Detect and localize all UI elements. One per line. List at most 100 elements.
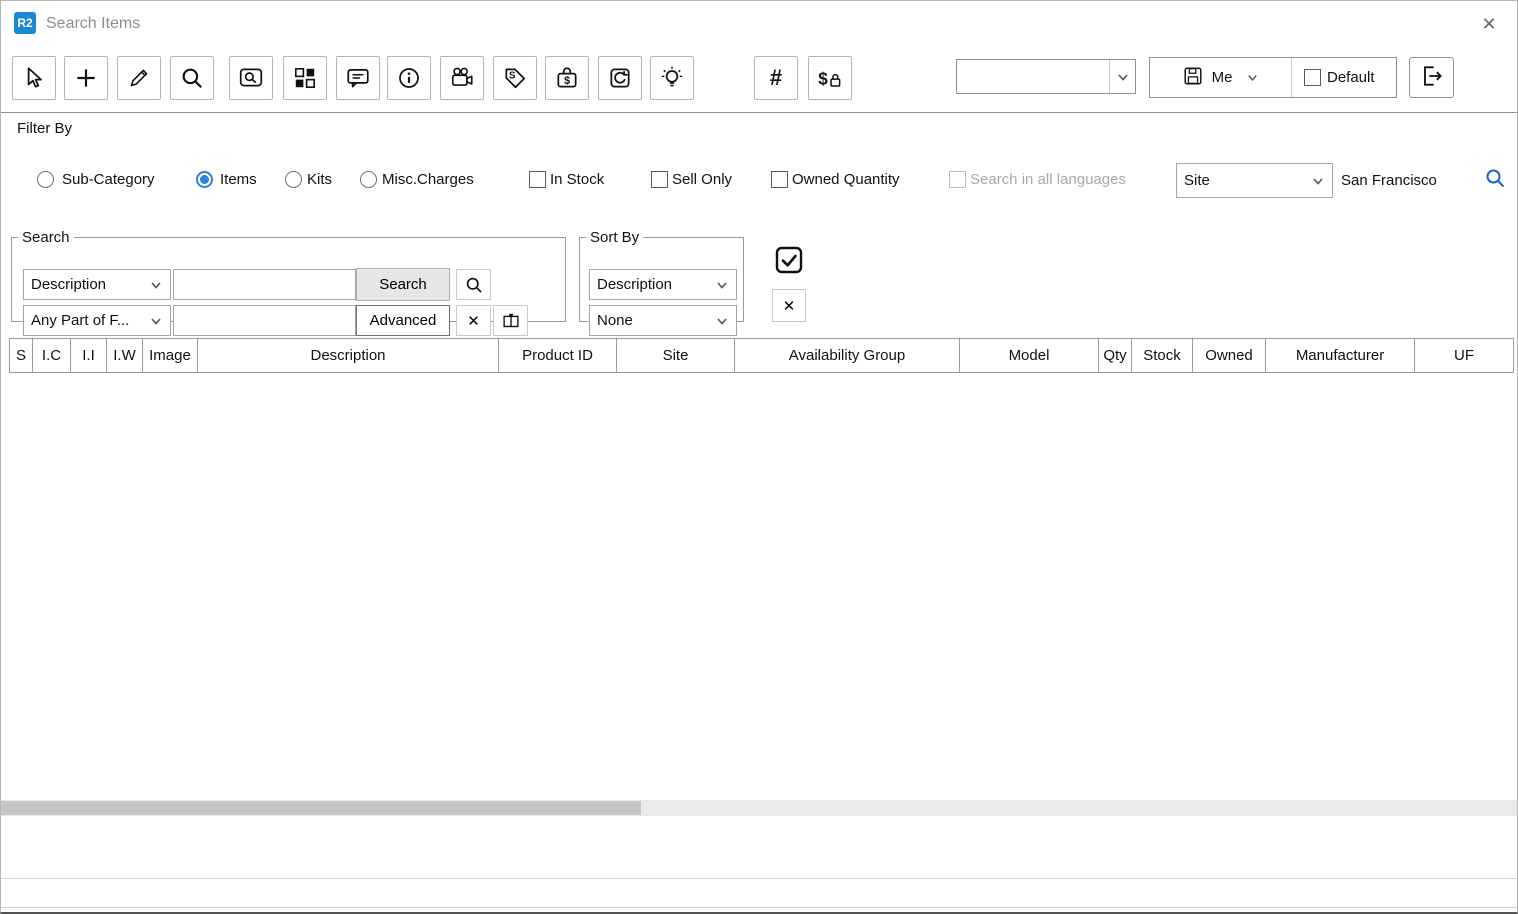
columns-button[interactable]: [493, 305, 528, 336]
window-title: Search Items: [46, 15, 140, 33]
exit-button[interactable]: [1409, 57, 1454, 98]
refresh-clock-icon: [607, 65, 633, 91]
chevron-down-icon: [149, 278, 163, 292]
pointer-select-button[interactable]: [12, 56, 56, 100]
column-header-s[interactable]: S: [9, 338, 33, 373]
search-all-languages-label: Search in all languages: [970, 171, 1126, 188]
owned-quantity-checkbox[interactable]: [771, 171, 788, 188]
radio-kits[interactable]: [285, 171, 302, 188]
search-group-label: Search: [18, 229, 74, 246]
titlebar: R2 Search Items ✕: [1, 1, 1517, 47]
chevron-down-icon[interactable]: [1109, 60, 1135, 93]
scrollbar-thumb[interactable]: [1, 801, 641, 815]
add-item-button[interactable]: [64, 56, 108, 100]
column-header-product-id[interactable]: Product ID: [498, 338, 617, 373]
radio-misc-charges-label[interactable]: Misc.Charges: [382, 171, 474, 188]
save-me-button[interactable]: Me: [1150, 58, 1292, 97]
svg-text:$: $: [564, 75, 570, 87]
advanced-search-input[interactable]: [173, 305, 356, 336]
radio-misc-charges[interactable]: [360, 171, 377, 188]
search-field-dropdown[interactable]: Description: [23, 269, 171, 300]
search-icon: [1484, 179, 1508, 194]
item-info-button[interactable]: [387, 56, 431, 100]
sort-secondary-dropdown[interactable]: None: [589, 305, 737, 336]
item-tag-button[interactable]: S: [493, 56, 537, 100]
profile-combo[interactable]: [956, 59, 1136, 94]
sort-primary-dropdown[interactable]: Description: [589, 269, 737, 300]
column-header-stock[interactable]: Stock: [1131, 338, 1193, 373]
radio-sub-category-label[interactable]: Sub-Category: [62, 171, 155, 188]
column-header-image[interactable]: Image: [142, 338, 198, 373]
price-lock-button[interactable]: $: [808, 56, 852, 100]
chevron-down-icon: [715, 314, 729, 328]
search-field-value: Description: [31, 276, 106, 293]
checked-box-icon: [773, 244, 805, 279]
chevron-down-icon: [149, 314, 163, 328]
column-header-uf[interactable]: UF: [1414, 338, 1514, 373]
dollar-lock-icon: $: [815, 65, 845, 91]
search-window-icon: [238, 65, 264, 91]
clear-search-button[interactable]: ✕: [456, 305, 491, 336]
site-value: San Francisco: [1341, 172, 1437, 189]
exit-icon: [1419, 63, 1445, 93]
search-magnifier-button[interactable]: [456, 269, 491, 300]
briefcase-dollar-icon: $: [554, 65, 580, 91]
column-header-ii[interactable]: I.I: [70, 338, 107, 373]
svg-text:$: $: [818, 68, 828, 88]
plus-icon: [73, 65, 99, 91]
profile-save-group: Me Default: [1149, 57, 1397, 98]
column-header-owned[interactable]: Owned: [1192, 338, 1266, 373]
site-dropdown[interactable]: Site: [1176, 163, 1333, 198]
column-header-manufacturer[interactable]: Manufacturer: [1265, 338, 1415, 373]
clear-sort-button[interactable]: ✕: [772, 289, 806, 322]
horizontal-scrollbar[interactable]: [1, 800, 1518, 816]
floppy-icon: [1182, 65, 1204, 91]
column-header-site[interactable]: Site: [616, 338, 735, 373]
sell-only-label[interactable]: Sell Only: [672, 171, 732, 188]
in-stock-checkbox[interactable]: [529, 171, 546, 188]
find-button[interactable]: [170, 56, 214, 100]
column-header-model[interactable]: Model: [959, 338, 1099, 373]
search-items-button[interactable]: [229, 56, 273, 100]
search-match-dropdown[interactable]: Any Part of F...: [23, 305, 171, 336]
hash-icon: #: [770, 65, 782, 91]
layout-view-button[interactable]: [283, 56, 327, 100]
site-dropdown-value: Site: [1184, 172, 1210, 189]
item-numbers-button[interactable]: #: [754, 56, 798, 100]
column-header-ic[interactable]: I.C: [32, 338, 71, 373]
item-media-button[interactable]: [440, 56, 484, 100]
radio-sub-category[interactable]: [37, 171, 54, 188]
column-header-availability-group[interactable]: Availability Group: [734, 338, 960, 373]
in-stock-label[interactable]: In Stock: [550, 171, 604, 188]
item-price-button[interactable]: $: [545, 56, 589, 100]
close-icon[interactable]: ✕: [1475, 10, 1503, 38]
chevron-down-icon[interactable]: [1246, 71, 1259, 84]
sell-only-checkbox[interactable]: [651, 171, 668, 188]
results-header: S I.C I.I I.W Image Description Product …: [9, 338, 1514, 373]
pointer-icon: [21, 65, 47, 91]
default-checkbox-wrap[interactable]: Default: [1292, 69, 1375, 86]
comments-button[interactable]: [336, 56, 380, 100]
filter-by-label: Filter By: [17, 120, 72, 137]
radio-items[interactable]: [196, 171, 213, 188]
column-header-qty[interactable]: Qty: [1098, 338, 1132, 373]
edit-item-button[interactable]: [117, 56, 161, 100]
column-header-iw[interactable]: I.W: [106, 338, 143, 373]
default-label: Default: [1327, 69, 1375, 86]
item-history-button[interactable]: [598, 56, 642, 100]
separator-line: [1, 907, 1517, 908]
select-all-button[interactable]: [770, 242, 808, 280]
radio-items-label[interactable]: Items: [220, 171, 257, 188]
search-button[interactable]: Search: [356, 268, 450, 301]
owned-quantity-label[interactable]: Owned Quantity: [792, 171, 900, 188]
sort-by-label: Sort By: [586, 229, 643, 246]
radio-kits-label[interactable]: Kits: [307, 171, 332, 188]
search-items-window: R2 Search Items ✕: [0, 0, 1518, 914]
search-input[interactable]: [173, 269, 356, 300]
item-suggestions-button[interactable]: [650, 56, 694, 100]
default-checkbox[interactable]: [1304, 69, 1321, 86]
search-all-languages-checkbox: [949, 171, 966, 188]
site-search-button[interactable]: [1484, 167, 1508, 191]
advanced-button[interactable]: Advanced: [356, 305, 450, 336]
column-header-description[interactable]: Description: [197, 338, 499, 373]
